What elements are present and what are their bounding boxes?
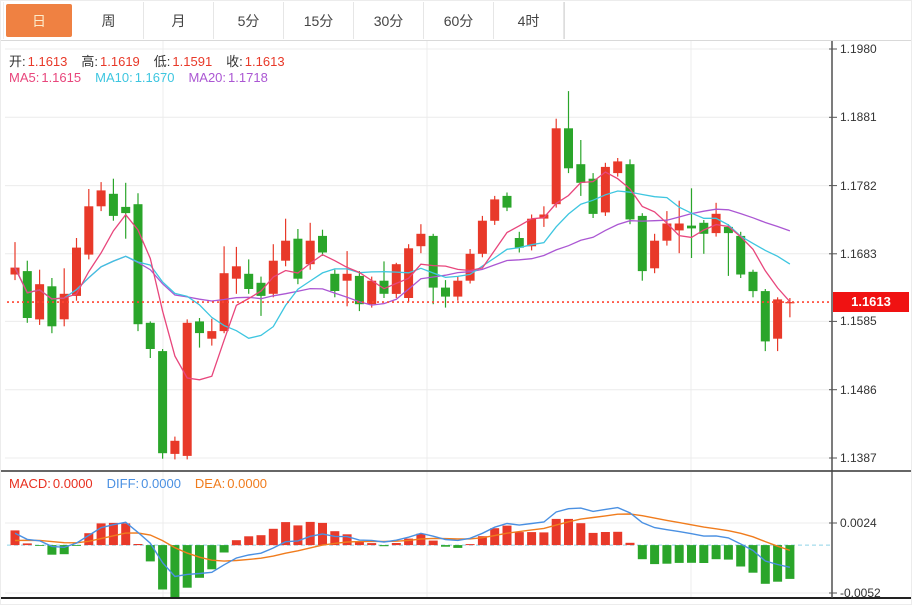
timeframe-tab-7[interactable]: 4时 [494, 2, 564, 39]
price-axis-label: 1.1387 [840, 451, 877, 465]
macd-axis-label: -0.0052 [840, 586, 881, 600]
price-axis-label: 1.1585 [840, 314, 877, 328]
diff-readout: DIFF:0.0000 [107, 476, 183, 491]
open-readout: 开:1.1613 [9, 54, 69, 69]
timeframe-tabstrip: 日周月5分15分30分60分4时 [3, 2, 565, 39]
price-axis-label: 1.1683 [840, 247, 877, 261]
ma20-readout: MA20:1.1718 [188, 70, 269, 85]
diff-line [15, 508, 790, 577]
timeframe-bar: 日周月5分15分30分60分4时 [1, 1, 912, 41]
macd-info-row: MACD:0.0000 DIFF:0.0000 DEA:0.0000 [9, 476, 281, 491]
timeframe-tab-6[interactable]: 60分 [424, 2, 494, 39]
close-readout: 收:1.1613 [226, 54, 286, 69]
price-axis-label: 1.1881 [840, 110, 877, 124]
ma-info-row: MA5:1.1615 MA10:1.1670 MA20:1.1718 [9, 70, 282, 85]
dea-readout: DEA:0.0000 [195, 476, 269, 491]
dea-line [15, 514, 790, 561]
last-price-badge: 1.1613 [833, 292, 909, 312]
grid [5, 40, 831, 597]
timeframe-tab-4[interactable]: 15分 [284, 2, 354, 39]
candlestick-series [11, 91, 795, 459]
ma5-readout: MA5:1.1615 [9, 70, 83, 85]
ma10-readout: MA10:1.1670 [95, 70, 176, 85]
macd-readout: MACD:0.0000 [9, 476, 95, 491]
timeframe-tab-5[interactable]: 30分 [354, 2, 424, 39]
price-axis-label: 1.1486 [840, 383, 877, 397]
price-axis-label: 1.1980 [840, 42, 877, 56]
timeframe-tab-0[interactable]: 日 [6, 4, 72, 37]
chart-canvas [1, 1, 912, 605]
ma10-line [15, 191, 790, 338]
price-axis-label: 1.1782 [840, 179, 877, 193]
high-readout: 高:1.1619 [81, 54, 141, 69]
timeframe-tab-3[interactable]: 5分 [214, 2, 284, 39]
timeframe-tab-2[interactable]: 月 [144, 2, 214, 39]
chart-app: 日周月5分15分30分60分4时 开:1.1613 高:1.1619 低:1.159… [0, 0, 912, 605]
low-readout: 低:1.1591 [154, 54, 214, 69]
timeframe-tab-1[interactable]: 周 [74, 2, 144, 39]
ohlc-info-row: 开:1.1613 高:1.1619 低:1.1591 收:1.1613 [9, 51, 299, 70]
ma20-line [15, 209, 790, 305]
macd-axis-label: 0.0024 [840, 516, 877, 530]
